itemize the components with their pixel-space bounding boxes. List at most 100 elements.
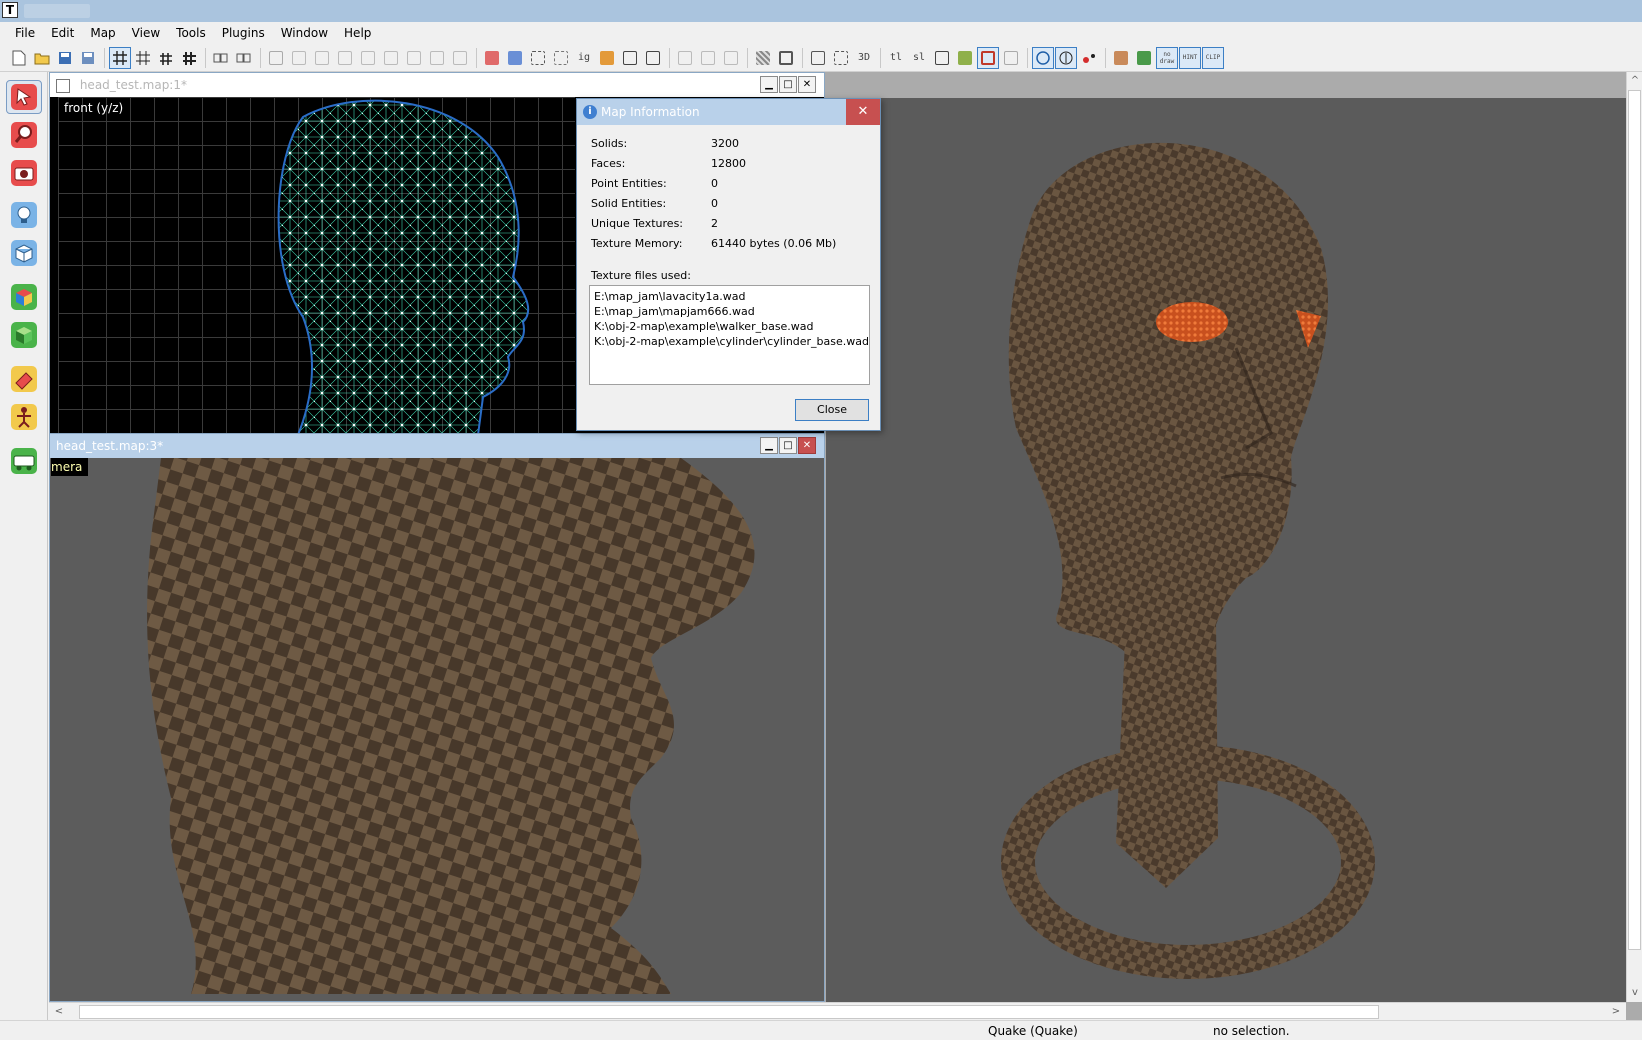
minimize-button[interactable]: ▁ (760, 76, 778, 93)
scroll-right-icon[interactable]: > (1608, 1005, 1624, 1019)
no-draw-button[interactable]: no draw (1156, 46, 1178, 69)
align-right-icon[interactable] (311, 47, 333, 69)
front-window-title: head_test.map:1* (79, 78, 187, 92)
clip-button[interactable]: CLIP (1202, 46, 1224, 69)
list-item[interactable]: K:\obj-2-map\example\walker_base.wad (594, 319, 865, 334)
vertical-scrollbar[interactable]: ^ v (1626, 72, 1642, 1002)
ig-icon[interactable]: ig (573, 47, 595, 69)
lock-icon[interactable] (931, 47, 953, 69)
menu-view[interactable]: View (124, 22, 168, 44)
open-folder-icon[interactable] (31, 47, 53, 69)
new-file-icon[interactable] (8, 47, 30, 69)
menu-plugins[interactable]: Plugins (214, 22, 273, 44)
scroll-up-icon[interactable]: ^ (1627, 74, 1642, 88)
save-icon[interactable] (54, 47, 76, 69)
hint-button[interactable]: HINT (1179, 46, 1201, 69)
grid-small-icon[interactable] (155, 47, 177, 69)
brush-blue-icon[interactable] (504, 47, 526, 69)
csg-subtract-icon[interactable] (619, 47, 641, 69)
texture-paint-icon[interactable] (6, 362, 42, 396)
menu-help[interactable]: Help (336, 22, 379, 44)
texture-lock-icon[interactable] (752, 47, 774, 69)
tool-palette (0, 72, 48, 1020)
cut-icon[interactable] (674, 47, 696, 69)
grid-large-icon[interactable] (178, 47, 200, 69)
zoom-selection-icon[interactable] (830, 47, 852, 69)
undo-icon[interactable] (210, 47, 232, 69)
cube-color-icon[interactable] (6, 280, 42, 314)
align-left-icon[interactable] (288, 47, 310, 69)
texture-files-list[interactable]: E:\map_jam\lavacity1a.wad E:\map_jam\map… (589, 285, 870, 385)
close-button[interactable]: ✕ (798, 76, 816, 93)
redo-icon[interactable] (233, 47, 255, 69)
cube-green-icon[interactable] (6, 318, 42, 352)
actor-icon[interactable] (1110, 47, 1132, 69)
vehicle-icon[interactable] (6, 444, 42, 478)
align-bottom-icon[interactable] (357, 47, 379, 69)
zoom-extents-icon[interactable] (807, 47, 829, 69)
save-all-icon[interactable] (77, 47, 99, 69)
grid-3d-icon[interactable] (132, 47, 154, 69)
grid-toggle-icon[interactable] (109, 46, 131, 69)
arc-reverse-icon[interactable] (449, 47, 471, 69)
list-item[interactable]: K:\obj-2-map\example\cylinder\cylinder_b… (594, 334, 869, 349)
camera-window-title-bar[interactable]: head_test.map:3* (50, 434, 824, 458)
sphere-icon[interactable] (1032, 46, 1054, 69)
vertex-edit-icon[interactable] (977, 46, 999, 69)
light-bulb-icon[interactable] (6, 198, 42, 232)
close-button[interactable]: Close (795, 399, 869, 421)
paste-icon[interactable] (720, 47, 742, 69)
point-entity-icon[interactable] (1078, 47, 1100, 69)
magnifier-icon[interactable] (6, 118, 42, 152)
align-top-icon[interactable] (334, 47, 356, 69)
point-entities-label: Point Entities: (591, 177, 667, 190)
list-item[interactable]: E:\map_jam\mapjam666.wad (594, 304, 865, 319)
entity-skeleton-icon[interactable] (6, 400, 42, 434)
close-button[interactable]: ✕ (798, 437, 816, 454)
copy-icon[interactable] (697, 47, 719, 69)
tl-button[interactable]: tl (885, 47, 907, 69)
camera-icon[interactable] (6, 156, 42, 190)
rotate-icon[interactable] (265, 47, 287, 69)
maximize-button[interactable]: □ (779, 437, 797, 454)
menu-edit[interactable]: Edit (43, 22, 82, 44)
maximize-button[interactable]: □ (779, 76, 797, 93)
sl-button[interactable]: sl (908, 47, 930, 69)
zoom-3d-icon[interactable]: 3D (853, 47, 875, 69)
list-item[interactable]: E:\map_jam\lavacity1a.wad (594, 289, 865, 304)
camera-viewport[interactable]: mera (51, 458, 822, 994)
select-touch-icon[interactable] (550, 47, 572, 69)
arc-icon[interactable] (426, 47, 448, 69)
flip-y-icon[interactable] (403, 47, 425, 69)
scroll-left-icon[interactable]: < (51, 1005, 67, 1019)
select-box-icon[interactable] (527, 47, 549, 69)
menu-window[interactable]: Window (273, 22, 336, 44)
perspective-viewport[interactable] (826, 98, 1626, 1002)
window-title-bar[interactable]: T (0, 0, 1642, 22)
menu-file[interactable]: File (7, 22, 43, 44)
path-icon[interactable] (1000, 47, 1022, 69)
horizontal-scrollbar[interactable]: < > (49, 1002, 1626, 1020)
scroll-thumb[interactable] (1628, 90, 1641, 950)
brush-red-icon[interactable] (481, 47, 503, 69)
camera-view-window[interactable]: head_test.map:3* ▁ □ ✕ mera (49, 433, 825, 1002)
texture-icon[interactable] (954, 47, 976, 69)
cube-outline-icon[interactable] (6, 236, 42, 270)
dialog-close-icon[interactable]: ✕ (846, 99, 880, 125)
front-window-title-bar[interactable]: head_test.map:1* (50, 73, 824, 97)
dialog-title-bar[interactable]: i Map Information (577, 99, 880, 125)
minimize-button[interactable]: ▁ (760, 437, 778, 454)
rotate-entity-icon[interactable] (1055, 46, 1077, 69)
bounds-icon[interactable] (775, 47, 797, 69)
list-icon[interactable] (1133, 47, 1155, 69)
csg-hollow-icon[interactable] (596, 47, 618, 69)
scroll-down-icon[interactable]: v (1627, 986, 1642, 1000)
select-arrow-icon[interactable] (6, 80, 42, 114)
window-title (24, 4, 90, 18)
flip-x-icon[interactable] (380, 47, 402, 69)
front-grid-viewport[interactable]: front (y/z) (58, 97, 575, 435)
menu-tools[interactable]: Tools (168, 22, 214, 44)
scroll-thumb[interactable] (79, 1005, 1379, 1019)
menu-map[interactable]: Map (82, 22, 123, 44)
csg-merge-icon[interactable] (642, 47, 664, 69)
